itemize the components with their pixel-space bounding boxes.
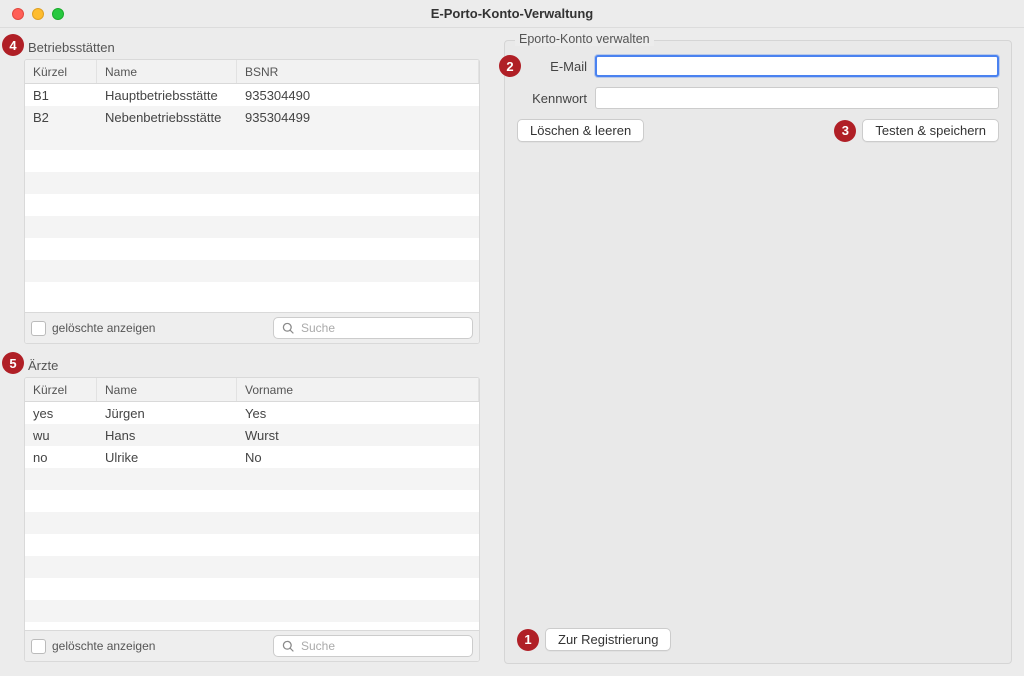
minimize-icon[interactable] — [32, 8, 44, 20]
cell-name: Hans — [97, 428, 237, 443]
col-header-bsnr[interactable]: BSNR — [237, 60, 479, 83]
badge-1: 1 — [517, 629, 539, 651]
empty-rows — [25, 468, 479, 622]
table-row[interactable]: B1 Hauptbetriebsstätte 935304490 — [25, 84, 479, 106]
search-input[interactable] — [301, 321, 464, 335]
cell-vorname: No — [237, 450, 479, 465]
panel-label-aerzte: Ärzte — [28, 358, 480, 373]
cell-name: Ulrike — [97, 450, 237, 465]
cell-vorname: Wurst — [237, 428, 479, 443]
cell-name: Jürgen — [97, 406, 237, 421]
titlebar: E-Porto-Konto-Verwaltung — [0, 0, 1024, 28]
table-betriebsstaetten: Kürzel Name BSNR B1 Hauptbetriebsstätte … — [24, 59, 480, 344]
show-deleted-label: gelöschte anzeigen — [52, 321, 155, 335]
col-header-kuerzel[interactable]: Kürzel — [25, 60, 97, 83]
table-row[interactable]: wu Hans Wurst — [25, 424, 479, 446]
show-deleted-label: gelöschte anzeigen — [52, 639, 155, 653]
search-input[interactable] — [301, 639, 464, 653]
password-field[interactable] — [595, 87, 999, 109]
table-header: Kürzel Name Vorname — [25, 378, 479, 402]
window-title: E-Porto-Konto-Verwaltung — [431, 6, 594, 21]
email-label: E-Mail — [517, 59, 587, 74]
cell-kuerzel: B1 — [25, 88, 97, 103]
account-groupbox: Eporto-Konto verwalten 2 E-Mail Kennwort… — [504, 40, 1012, 664]
cell-kuerzel: B2 — [25, 110, 97, 125]
empty-rows — [25, 128, 479, 304]
table-aerzte: Kürzel Name Vorname yes Jürgen Yes wu Ha… — [24, 377, 480, 662]
close-icon[interactable] — [12, 8, 24, 20]
table-footer: gelöschte anzeigen — [25, 312, 479, 343]
cell-kuerzel: yes — [25, 406, 97, 421]
table-body: yes Jürgen Yes wu Hans Wurst no Ulrike N… — [25, 402, 479, 630]
password-label: Kennwort — [517, 91, 587, 106]
show-deleted-check[interactable]: gelöschte anzeigen — [31, 639, 155, 654]
show-deleted-check[interactable]: gelöschte anzeigen — [31, 321, 155, 336]
traffic-lights — [12, 8, 64, 20]
table-row[interactable]: no Ulrike No — [25, 446, 479, 468]
cell-name: Hauptbetriebsstätte — [97, 88, 237, 103]
test-save-button[interactable]: Testen & speichern — [862, 119, 999, 142]
col-header-name[interactable]: Name — [97, 60, 237, 83]
cell-kuerzel: no — [25, 450, 97, 465]
email-field[interactable] — [595, 55, 999, 77]
cell-bsnr: 935304499 — [237, 110, 479, 125]
panel-betriebsstaetten: 4 Betriebsstätten Kürzel Name BSNR B1 Ha… — [24, 40, 480, 344]
search-input-wrap[interactable] — [273, 635, 473, 657]
panel-label-betriebsstaetten: Betriebsstätten — [28, 40, 480, 55]
search-icon — [282, 322, 295, 335]
cell-bsnr: 935304490 — [237, 88, 479, 103]
checkbox-icon[interactable] — [31, 321, 46, 336]
badge-2: 2 — [499, 55, 521, 77]
search-input-wrap[interactable] — [273, 317, 473, 339]
register-button[interactable]: Zur Registrierung — [545, 628, 671, 651]
zoom-icon[interactable] — [52, 8, 64, 20]
table-body: B1 Hauptbetriebsstätte 935304490 B2 Nebe… — [25, 84, 479, 312]
col-header-vorname[interactable]: Vorname — [237, 378, 479, 401]
badge-5: 5 — [2, 352, 24, 374]
table-footer: gelöschte anzeigen — [25, 630, 479, 661]
search-icon — [282, 640, 295, 653]
col-header-name[interactable]: Name — [97, 378, 237, 401]
table-row[interactable]: yes Jürgen Yes — [25, 402, 479, 424]
badge-4: 4 — [2, 34, 24, 56]
delete-clear-button[interactable]: Löschen & leeren — [517, 119, 644, 142]
cell-kuerzel: wu — [25, 428, 97, 443]
table-header: Kürzel Name BSNR — [25, 60, 479, 84]
col-header-kuerzel[interactable]: Kürzel — [25, 378, 97, 401]
badge-3: 3 — [834, 120, 856, 142]
cell-vorname: Yes — [237, 406, 479, 421]
table-row[interactable]: B2 Nebenbetriebsstätte 935304499 — [25, 106, 479, 128]
checkbox-icon[interactable] — [31, 639, 46, 654]
groupbox-title: Eporto-Konto verwalten — [515, 32, 654, 46]
panel-aerzte: 5 Ärzte Kürzel Name Vorname yes Jürgen Y… — [24, 358, 480, 662]
cell-name: Nebenbetriebsstätte — [97, 110, 237, 125]
